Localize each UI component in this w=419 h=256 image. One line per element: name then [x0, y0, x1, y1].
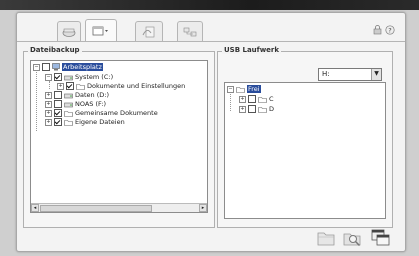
tree-item-frei[interactable]: − Frei	[227, 85, 261, 93]
expand-toggle[interactable]: +	[45, 100, 52, 108]
item-checkbox[interactable]	[54, 91, 62, 99]
tree-item-dokumente[interactable]: + Dokumente und Einstellungen	[57, 82, 185, 90]
tree-item-label: Eigene Dateien	[75, 118, 125, 126]
tree-item-label: D	[269, 105, 275, 113]
tab-sync[interactable]	[135, 21, 163, 42]
folder-icon	[76, 83, 85, 90]
horizontal-scrollbar[interactable]: ◂ ▸	[31, 203, 207, 212]
chevron-down-icon[interactable]: ▼	[371, 69, 381, 80]
tree-item-daten[interactable]: + Daten (D:)	[45, 91, 109, 99]
sync-tab-icon	[142, 26, 155, 38]
top-right-icons: ?	[373, 25, 395, 35]
tree-item-label: C	[269, 95, 274, 103]
window-copy-icon[interactable]	[371, 229, 391, 247]
folder-icon	[258, 96, 267, 103]
target-tree[interactable]: − Frei + C + D	[224, 82, 386, 219]
expand-toggle[interactable]: +	[45, 109, 52, 117]
backup-window: ? Dateibackup − Arbeitsplatz − System (C…	[16, 12, 406, 252]
expand-toggle[interactable]: +	[45, 91, 52, 99]
tree-line	[36, 69, 37, 131]
collapse-toggle[interactable]: −	[227, 85, 234, 93]
tree-item-c[interactable]: + C	[239, 95, 274, 103]
tree-item-arbeitsplatz[interactable]: − Arbeitsplatz	[33, 63, 103, 71]
scroll-left-arrow[interactable]: ◂	[31, 204, 39, 212]
item-checkbox[interactable]	[54, 118, 62, 126]
magnify-folder-icon[interactable]	[343, 230, 363, 246]
item-checkbox[interactable]	[248, 95, 256, 103]
network-tab-icon	[183, 27, 197, 37]
tree-item-label: Arbeitsplatz	[62, 63, 103, 71]
usb-panel: USB Laufwerk H: ▼ − Frei + C + D	[217, 46, 393, 228]
backup-panel: Dateibackup − Arbeitsplatz − System (C:)…	[23, 46, 215, 228]
collapse-toggle[interactable]: −	[45, 73, 52, 81]
drive-icon	[64, 93, 73, 98]
tree-item-system[interactable]: − System (C:)	[45, 73, 113, 81]
svg-text:?: ?	[388, 27, 391, 35]
restore-tab-icon	[92, 26, 108, 36]
tree-item-label: Dokumente und Einstellungen	[87, 82, 186, 90]
expand-toggle[interactable]: +	[239, 95, 246, 103]
tree-item-label: NOAS (F:)	[75, 100, 106, 108]
expand-toggle[interactable]: +	[239, 105, 246, 113]
tree-line	[230, 91, 231, 111]
tree-item-gemeinsame[interactable]: + Gemeinsame Dokumente	[45, 109, 158, 117]
computer-icon	[52, 63, 60, 71]
tree-item-eigene[interactable]: + Eigene Dateien	[45, 118, 125, 126]
drive-icon	[64, 102, 73, 107]
scroll-right-arrow[interactable]: ▸	[199, 204, 207, 212]
item-checkbox[interactable]	[42, 63, 50, 71]
source-tree[interactable]: − Arbeitsplatz − System (C:) + Dokumente…	[30, 60, 208, 213]
folder-icon	[64, 119, 73, 126]
folder-action-icon[interactable]	[317, 230, 335, 246]
tab-backup[interactable]	[57, 21, 81, 42]
collapse-toggle[interactable]: −	[33, 63, 40, 71]
tab-network[interactable]	[177, 21, 203, 42]
tree-item-noas[interactable]: + NOAS (F:)	[45, 100, 106, 108]
folder-icon	[236, 86, 245, 93]
folder-icon	[258, 106, 267, 113]
item-checkbox[interactable]	[54, 109, 62, 117]
tree-item-label: Daten (D:)	[75, 91, 109, 99]
tree-line	[49, 81, 50, 89]
item-checkbox[interactable]	[66, 82, 74, 90]
tab-divider	[17, 41, 405, 42]
tab-restore[interactable]	[85, 19, 117, 42]
action-buttons	[317, 229, 391, 247]
help-icon[interactable]: ?	[385, 25, 395, 35]
tree-item-label: System (C:)	[75, 73, 114, 81]
tree-item-d[interactable]: + D	[239, 105, 274, 113]
tree-item-label: Gemeinsame Dokumente	[75, 109, 158, 117]
tab-bar: ?	[17, 13, 405, 42]
item-checkbox[interactable]	[54, 73, 62, 81]
expand-toggle[interactable]: +	[45, 118, 52, 126]
scroll-thumb[interactable]	[40, 205, 152, 212]
item-checkbox[interactable]	[248, 105, 256, 113]
lock-icon[interactable]	[373, 25, 383, 35]
backup-tab-icon	[62, 28, 76, 37]
drive-select-value: H:	[322, 70, 330, 78]
backup-panel-title: Dateibackup	[28, 46, 82, 54]
expand-toggle[interactable]: +	[57, 82, 64, 90]
tree-item-label: Frei	[247, 85, 261, 93]
drive-icon	[64, 75, 73, 80]
item-checkbox[interactable]	[54, 100, 62, 108]
folder-icon	[64, 110, 73, 117]
drive-select[interactable]: H: ▼	[318, 68, 382, 81]
usb-panel-title: USB Laufwerk	[222, 46, 282, 54]
background-bar	[0, 0, 419, 10]
